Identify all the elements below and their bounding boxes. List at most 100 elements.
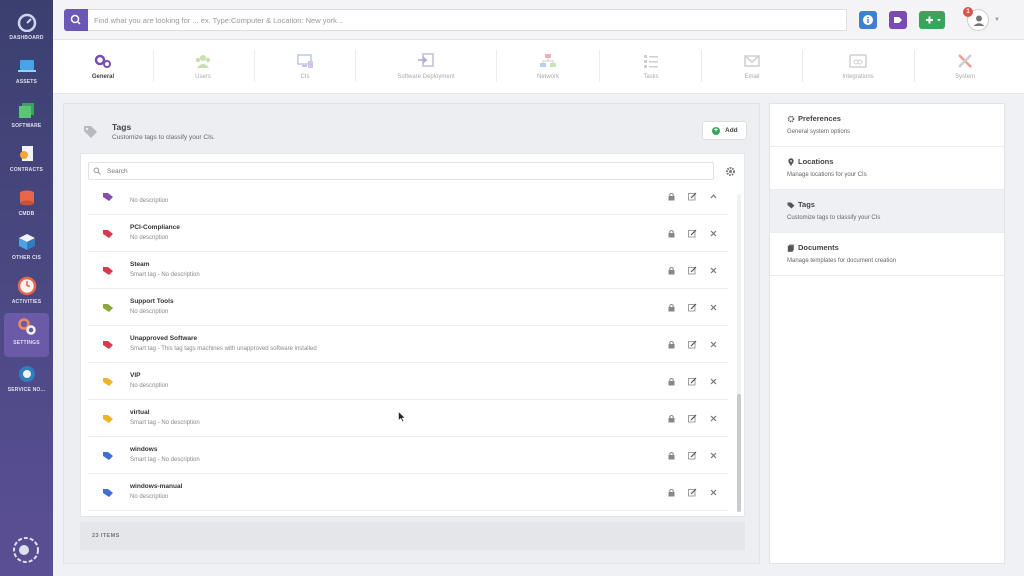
table-row[interactable]: windows-manual No description (88, 474, 728, 511)
tag-description: No description (130, 383, 169, 389)
menu-item-locations[interactable]: Locations Manage locations for your CIs (770, 147, 1004, 190)
info-button[interactable] (859, 11, 877, 29)
tab-cis[interactable]: CIs (269, 40, 341, 94)
table-row[interactable]: Support Tools No description (88, 289, 728, 326)
list-scrollbar[interactable] (737, 194, 741, 512)
edit-icon[interactable] (688, 451, 697, 460)
gear-icon (787, 115, 795, 123)
add-tag-button[interactable]: + Add (702, 121, 747, 140)
close-icon[interactable] (709, 414, 718, 423)
tags-button[interactable] (889, 11, 907, 29)
lock-icon[interactable] (667, 266, 676, 275)
close-icon[interactable] (709, 340, 718, 349)
table-row[interactable]: VIP No description (88, 363, 728, 400)
menu-item-tags[interactable]: Tags Customize tags to classify your CIs (770, 190, 1004, 233)
table-row[interactable]: Unapproved Software Smart tag - This tag… (88, 326, 728, 363)
close-icon[interactable] (709, 303, 718, 312)
sidebar-item-other-cis[interactable]: OTHER CIS (0, 228, 53, 272)
tab-general[interactable]: General (67, 40, 139, 94)
add-new-button[interactable] (919, 11, 945, 29)
chevron-down-icon[interactable]: ▼ (994, 17, 1000, 23)
scrollbar-thumb[interactable] (737, 394, 741, 512)
menu-item-preferences[interactable]: Preferences General system options (770, 104, 1004, 147)
sidebar-item-activities[interactable]: ACTIVITIES (0, 272, 53, 316)
sidebar-item-contracts[interactable]: CONTRACTS (0, 140, 53, 184)
tags-search-input[interactable] (88, 162, 714, 180)
lock-icon[interactable] (667, 488, 676, 497)
top-bar: 1 ▼ (53, 0, 1024, 40)
tab-network[interactable]: Network (512, 40, 584, 94)
network-icon (540, 54, 556, 67)
edit-icon[interactable] (688, 266, 697, 275)
chevron-up-icon[interactable] (709, 192, 718, 201)
tab-users[interactable]: Users (167, 40, 239, 94)
tab-label: General (91, 74, 115, 80)
tag-name: VIP (130, 372, 141, 379)
edit-icon[interactable] (688, 303, 697, 312)
sidebar-item-settings[interactable]: SETTINGS (4, 313, 49, 357)
tag-icon (103, 452, 113, 460)
table-row[interactable]: virtual Smart tag - No description (88, 400, 728, 437)
edit-icon[interactable] (688, 488, 697, 497)
menu-item-title: Locations (798, 157, 834, 166)
tab-tasks[interactable]: Tasks (615, 40, 687, 94)
search-icon (93, 167, 101, 175)
lock-icon[interactable] (667, 414, 676, 423)
lock-icon[interactable] (667, 340, 676, 349)
tab-integrations[interactable]: Integrations (818, 40, 898, 94)
close-icon[interactable] (709, 229, 718, 238)
close-icon[interactable] (709, 488, 718, 497)
edit-icon[interactable] (688, 377, 697, 386)
tab-divider (914, 50, 915, 82)
edit-icon[interactable] (688, 340, 697, 349)
sidebar-item-label: CONTRACTS (9, 167, 44, 173)
tab-software-deployment[interactable]: Software Deployment (375, 40, 477, 94)
close-icon[interactable] (709, 377, 718, 386)
tab-system[interactable]: System (929, 40, 1001, 94)
lock-icon[interactable] (667, 229, 676, 238)
sidebar-item-label: SOFTWARE (11, 123, 42, 129)
lock-icon[interactable] (667, 192, 676, 201)
sidebar-item-cmdb[interactable]: CMDB (0, 184, 53, 228)
tab-label: Integrations (842, 74, 874, 80)
tab-email[interactable]: Email (716, 40, 788, 94)
tab-label: Users (195, 74, 211, 80)
lock-icon[interactable] (667, 303, 676, 312)
tab-divider (701, 50, 702, 82)
tag-icon (103, 415, 113, 423)
sidebar-item-software[interactable]: SOFTWARE (0, 96, 53, 140)
sidebar-item-dashboard[interactable]: DASHBOARD (0, 8, 53, 52)
notification-badge[interactable]: 1 (963, 7, 973, 17)
gear-icon[interactable] (725, 166, 736, 177)
lock-icon[interactable] (667, 451, 676, 460)
menu-item-documents[interactable]: Documents Manage templates for document … (770, 233, 1004, 276)
table-row[interactable]: No description (88, 188, 728, 215)
tab-divider (254, 50, 255, 82)
tab-divider (802, 50, 803, 82)
global-search-input[interactable] (88, 9, 847, 31)
menu-item-title: Documents (798, 243, 839, 252)
close-icon[interactable] (709, 451, 718, 460)
menu-item-title: Preferences (798, 114, 841, 123)
search-button[interactable] (64, 9, 88, 31)
gears-icon (94, 54, 111, 68)
app-logo-icon[interactable] (12, 536, 40, 564)
sidebar-item-label: ACTIVITIES (11, 299, 42, 305)
sidebar-item-assets[interactable]: ASSETS (0, 52, 53, 96)
lock-icon[interactable] (667, 377, 676, 386)
close-icon[interactable] (709, 266, 718, 275)
mouse-cursor-icon (398, 411, 406, 423)
edit-icon[interactable] (688, 192, 697, 201)
tag-description: No description (130, 494, 169, 500)
table-row[interactable]: Steam Smart tag - No description (88, 252, 728, 289)
table-row[interactable]: PCI-Compliance No description (88, 215, 728, 252)
laptop-icon (17, 60, 36, 72)
edit-icon[interactable] (688, 414, 697, 423)
users-icon (195, 55, 211, 68)
contract-icon (19, 146, 33, 161)
edit-icon[interactable] (688, 229, 697, 238)
table-row[interactable]: windows Smart tag - No description (88, 437, 728, 474)
sidebar-item-service-now[interactable]: SERVICE NO... (0, 360, 53, 404)
tag-description: Smart tag - No description (130, 420, 200, 426)
tab-label: Network (536, 74, 559, 80)
